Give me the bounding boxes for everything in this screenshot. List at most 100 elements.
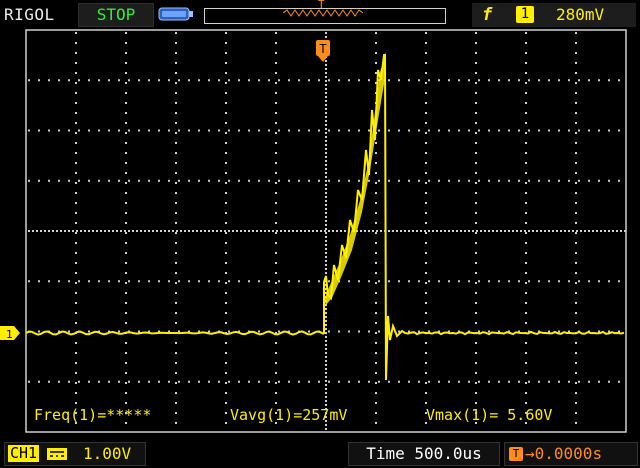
grid-dot [475, 42, 477, 44]
grid-dot [460, 230, 462, 232]
grid-dot [325, 268, 327, 270]
grid-dot [388, 179, 390, 182]
grid-dot [320, 230, 322, 232]
grid-dot [108, 79, 110, 82]
waveform-display[interactable]: T 1 [0, 0, 640, 468]
grid-dot [548, 380, 550, 383]
timebase-setting[interactable]: Time 500.0us [348, 442, 500, 466]
grid-dot [448, 79, 450, 82]
grid-dot [225, 142, 227, 144]
grid-dot [518, 129, 520, 132]
grid-dot [178, 129, 180, 132]
grid-dot [278, 380, 280, 383]
grid-dot [358, 129, 360, 132]
measurement-vavg-value: 257mV [302, 406, 348, 424]
grid-dot [136, 230, 138, 232]
grid-dot [125, 262, 127, 264]
grid-dot [425, 202, 427, 204]
grid-dot [208, 79, 210, 82]
grid-dot [298, 129, 300, 132]
grid-dot [175, 32, 177, 34]
channel1-settings[interactable]: CH1 1.00V [4, 442, 146, 466]
grid-dot [498, 179, 500, 182]
grid-dot [75, 162, 77, 164]
grid-dot [516, 230, 518, 232]
grid-dot [375, 42, 377, 44]
grid-dot [575, 102, 577, 104]
grid-dot [425, 312, 427, 314]
grid-dot [325, 388, 327, 390]
grid-dot [328, 280, 330, 283]
grid-dot [475, 102, 477, 104]
grid-dot [200, 230, 202, 232]
grid-dot [28, 129, 30, 132]
grid-dot [575, 212, 577, 214]
grid-dot [38, 79, 40, 82]
grid-dot [248, 179, 250, 182]
grid-dot [316, 230, 318, 232]
grid-dot [392, 230, 394, 232]
grid-dot [118, 129, 120, 132]
grid-dot [278, 79, 280, 82]
grid-dot [125, 312, 127, 314]
grid-dot [375, 272, 377, 274]
grid-dot [518, 79, 520, 82]
grid-dot [52, 230, 54, 232]
grid-dot [448, 129, 450, 132]
grid-dot [148, 179, 150, 182]
grid-dot [308, 179, 310, 182]
grid-dot [108, 179, 110, 182]
grid-dot [225, 242, 227, 244]
grid-dot [575, 302, 577, 304]
grid-dot [512, 230, 514, 232]
grid-dot [388, 380, 390, 383]
grid-dot [425, 32, 427, 34]
grid-dot [168, 280, 170, 283]
grid-dot [418, 129, 420, 132]
grid-dot [275, 382, 277, 384]
grid-dot [425, 302, 427, 304]
grid-dot [568, 79, 570, 82]
grid-dot [258, 330, 260, 333]
grid-dot [138, 79, 140, 82]
grid-dot [488, 230, 490, 232]
grid-dot [525, 352, 527, 354]
grid-dot [325, 152, 327, 154]
grid-dot [125, 212, 127, 214]
grid-dot [358, 179, 360, 182]
grid-dot [264, 230, 266, 232]
grid-dot [325, 376, 327, 378]
grid-dot [225, 122, 227, 124]
grid-dot [475, 82, 477, 84]
grid-dot [518, 179, 520, 182]
grid-dot [575, 282, 577, 284]
grid-dot [275, 162, 277, 164]
grid-dot [88, 79, 90, 82]
grid-dot [475, 382, 477, 384]
grid-dot [125, 292, 127, 294]
grid-dot [475, 252, 477, 254]
grid-dot [224, 230, 226, 232]
grid-dot [325, 324, 327, 326]
measurement-freq: Freq(1)=***** [34, 406, 151, 424]
trigger-offset-setting[interactable]: T →0.0000s [504, 442, 638, 466]
grid-dot [425, 322, 427, 324]
grid-dot [484, 230, 486, 232]
grid-dot [184, 230, 186, 232]
grid-dot [75, 142, 77, 144]
grid-dot [418, 79, 420, 82]
grid-dot [225, 422, 227, 424]
channel1-vertical-scale: 1.00V [83, 444, 132, 463]
grid-dot [575, 192, 577, 194]
grid-dot [128, 380, 130, 383]
grid-dot [125, 322, 127, 324]
grid-dot [588, 380, 590, 383]
grid-dot [388, 230, 390, 232]
grid-dot [548, 330, 550, 333]
grid-dot [575, 422, 577, 424]
timebase-label: Time [366, 444, 405, 463]
grid-dot [218, 380, 220, 383]
grid-dot [75, 292, 77, 294]
grid-dot [325, 360, 327, 362]
grid-dot [68, 129, 70, 132]
